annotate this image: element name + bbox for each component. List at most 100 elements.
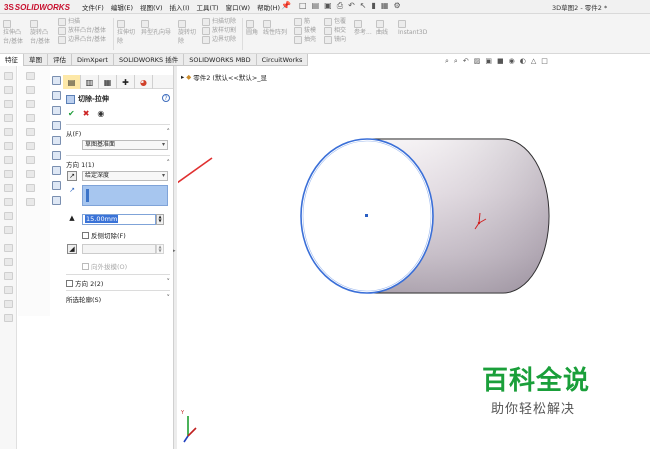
tool-icon[interactable] <box>4 72 13 80</box>
scene-icon[interactable]: △ <box>531 57 536 66</box>
tool-icon[interactable] <box>26 184 35 192</box>
section-view-icon[interactable]: ▨ <box>474 57 481 66</box>
draft-angle-input[interactable] <box>82 244 156 254</box>
preview-eye-icon[interactable]: ◉ <box>97 109 104 118</box>
tool-icon[interactable] <box>26 156 35 164</box>
cmd-revolved-cut[interactable]: 旋转切 除 <box>178 19 196 46</box>
tool-icon[interactable] <box>4 258 13 266</box>
file-properties-icon[interactable]: ▦ <box>381 1 389 11</box>
feature-icon[interactable] <box>52 106 61 115</box>
cmd-loft[interactable]: 放样凸台/基体 <box>58 26 106 35</box>
direction2-section-header[interactable]: 方向 2(2) ˅ <box>66 278 170 288</box>
from-select[interactable]: 草图基准面 ▾ <box>82 140 168 150</box>
menu-help[interactable]: 帮助(H) <box>257 2 280 12</box>
tool-icon[interactable] <box>26 128 35 136</box>
cmd-linear-pattern[interactable]: 线性阵列 <box>263 19 287 37</box>
tool-icon[interactable] <box>26 170 35 178</box>
dimxpert-manager-tab[interactable]: ✚ <box>117 75 135 89</box>
feature-icon[interactable] <box>52 181 61 190</box>
cmd-fillet[interactable]: 圆角 <box>246 19 258 37</box>
edit-appearance-icon[interactable]: ◐ <box>520 57 526 66</box>
cmd-hole-wizard[interactable]: 异型孔向导 <box>141 19 171 37</box>
tool-icon[interactable] <box>26 114 35 122</box>
open-icon[interactable]: ▤ <box>312 1 320 11</box>
options-icon[interactable]: ⚙ <box>393 1 400 11</box>
tool-icon[interactable] <box>4 286 13 294</box>
tool-icon[interactable] <box>4 142 13 150</box>
menu-edit[interactable]: 编辑(E) <box>111 2 133 12</box>
tool-icon[interactable] <box>26 86 35 94</box>
ok-check-icon[interactable]: ✔ <box>68 109 75 118</box>
cmd-swept-cut[interactable]: 扫描切除 <box>202 17 236 26</box>
depth-spinner[interactable]: ▲ ▼ <box>156 214 164 225</box>
tool-icon[interactable] <box>4 156 13 164</box>
tool-icon[interactable] <box>4 184 13 192</box>
menu-insert[interactable]: 插入(I) <box>170 2 190 12</box>
selected-contours-section-header[interactable]: 所选轮廓(S) ˅ <box>66 294 170 304</box>
cmd-boundary[interactable]: 边界凸台/基体 <box>58 35 106 44</box>
print-icon[interactable]: ⎙ <box>337 1 343 11</box>
property-manager-tab[interactable]: ▤ <box>63 75 81 89</box>
help-icon[interactable]: ? <box>162 94 170 102</box>
end-condition-select[interactable]: 给定深度 ▾ <box>82 171 168 181</box>
save-icon[interactable]: ▣ <box>324 1 332 11</box>
cmd-revolve-boss[interactable]: 旋转凸 台/基体 <box>30 19 50 46</box>
display-style-icon[interactable]: ■ <box>497 57 504 66</box>
feature-icon[interactable] <box>52 121 61 130</box>
zoom-to-fit-icon[interactable]: ⌕ <box>445 57 449 66</box>
tool-icon[interactable] <box>4 114 13 122</box>
flip-side-cut-checkbox[interactable]: 反侧切除(F) <box>82 230 126 240</box>
tool-icon[interactable] <box>4 100 13 108</box>
configuration-manager-tab[interactable]: ▦ <box>99 75 117 89</box>
cmd-extruded-cut[interactable]: 拉伸切 除 <box>117 19 135 46</box>
solidworks-logo[interactable]: 3S SOLIDWORKS <box>4 1 70 13</box>
tab-features[interactable]: 特征 <box>0 54 24 66</box>
cmd-draft[interactable]: 拔模 <box>294 26 316 35</box>
tab-solidworks-addins[interactable]: SOLIDWORKS 插件 <box>114 54 185 66</box>
feature-icon[interactable] <box>52 76 61 85</box>
draft-spinner[interactable]: ▲ ▼ <box>156 244 164 254</box>
menu-window[interactable]: 窗口(W) <box>226 2 251 12</box>
select-icon[interactable]: ↖ <box>360 1 367 11</box>
tool-icon[interactable] <box>4 128 13 136</box>
cmd-reference-geometry[interactable]: 参考... <box>354 19 372 37</box>
cmd-curves[interactable]: 曲线 <box>376 19 388 37</box>
cmd-intersect[interactable]: 相交 <box>324 26 346 35</box>
view-settings-icon[interactable]: □ <box>541 57 548 66</box>
cancel-x-icon[interactable]: ✖ <box>83 109 90 118</box>
tool-icon[interactable] <box>26 198 35 206</box>
tool-icon[interactable] <box>4 170 13 178</box>
tool-icon[interactable] <box>26 72 35 80</box>
tool-icon[interactable] <box>26 100 35 108</box>
tab-circuitworks[interactable]: CircuitWorks <box>257 54 309 66</box>
tool-icon[interactable] <box>4 272 13 280</box>
cmd-rib[interactable]: 筋 <box>294 17 316 26</box>
direction1-section-header[interactable]: 方向 1(1) ˄ <box>66 159 170 169</box>
tab-dimxpert[interactable]: DimXpert <box>72 54 114 66</box>
draft-on-off-icon[interactable]: ◢ <box>67 244 77 254</box>
feature-icon[interactable] <box>52 151 61 160</box>
pin-menu-icon[interactable]: 📌 <box>281 1 291 10</box>
feature-icon[interactable] <box>52 166 61 175</box>
direction2-checkbox[interactable]: 方向 2(2) <box>66 278 103 288</box>
previous-view-icon[interactable]: ↶ <box>463 57 469 66</box>
cmd-boundary-cut[interactable]: 边界切除 <box>202 35 236 44</box>
hide-show-icon[interactable]: ◉ <box>509 57 515 66</box>
from-section-header[interactable]: 从(F) ˄ <box>66 128 170 138</box>
view-orientation-icon[interactable]: ▣ <box>485 57 492 66</box>
feature-icon[interactable] <box>52 91 61 100</box>
rebuild-icon[interactable]: ▮ <box>372 1 376 11</box>
tool-icon[interactable] <box>4 86 13 94</box>
reverse-direction-icon[interactable]: ↗ <box>67 171 77 181</box>
feature-manager-tab[interactable]: ▥ <box>81 75 99 89</box>
tool-icon[interactable] <box>26 142 35 150</box>
cmd-mirror[interactable]: 镜向 <box>324 35 346 44</box>
cmd-lofted-cut[interactable]: 放样切割 <box>202 26 236 35</box>
cmd-sweep[interactable]: 扫描 <box>58 17 106 26</box>
new-document-icon[interactable]: □ <box>299 1 307 11</box>
splitter-grip-icon[interactable]: ▸ <box>173 248 177 262</box>
tab-solidworks-mbd[interactable]: SOLIDWORKS MBD <box>184 54 257 66</box>
direction-vector-selection[interactable] <box>82 185 168 206</box>
tool-icon[interactable] <box>4 314 13 322</box>
tool-icon[interactable] <box>4 198 13 206</box>
